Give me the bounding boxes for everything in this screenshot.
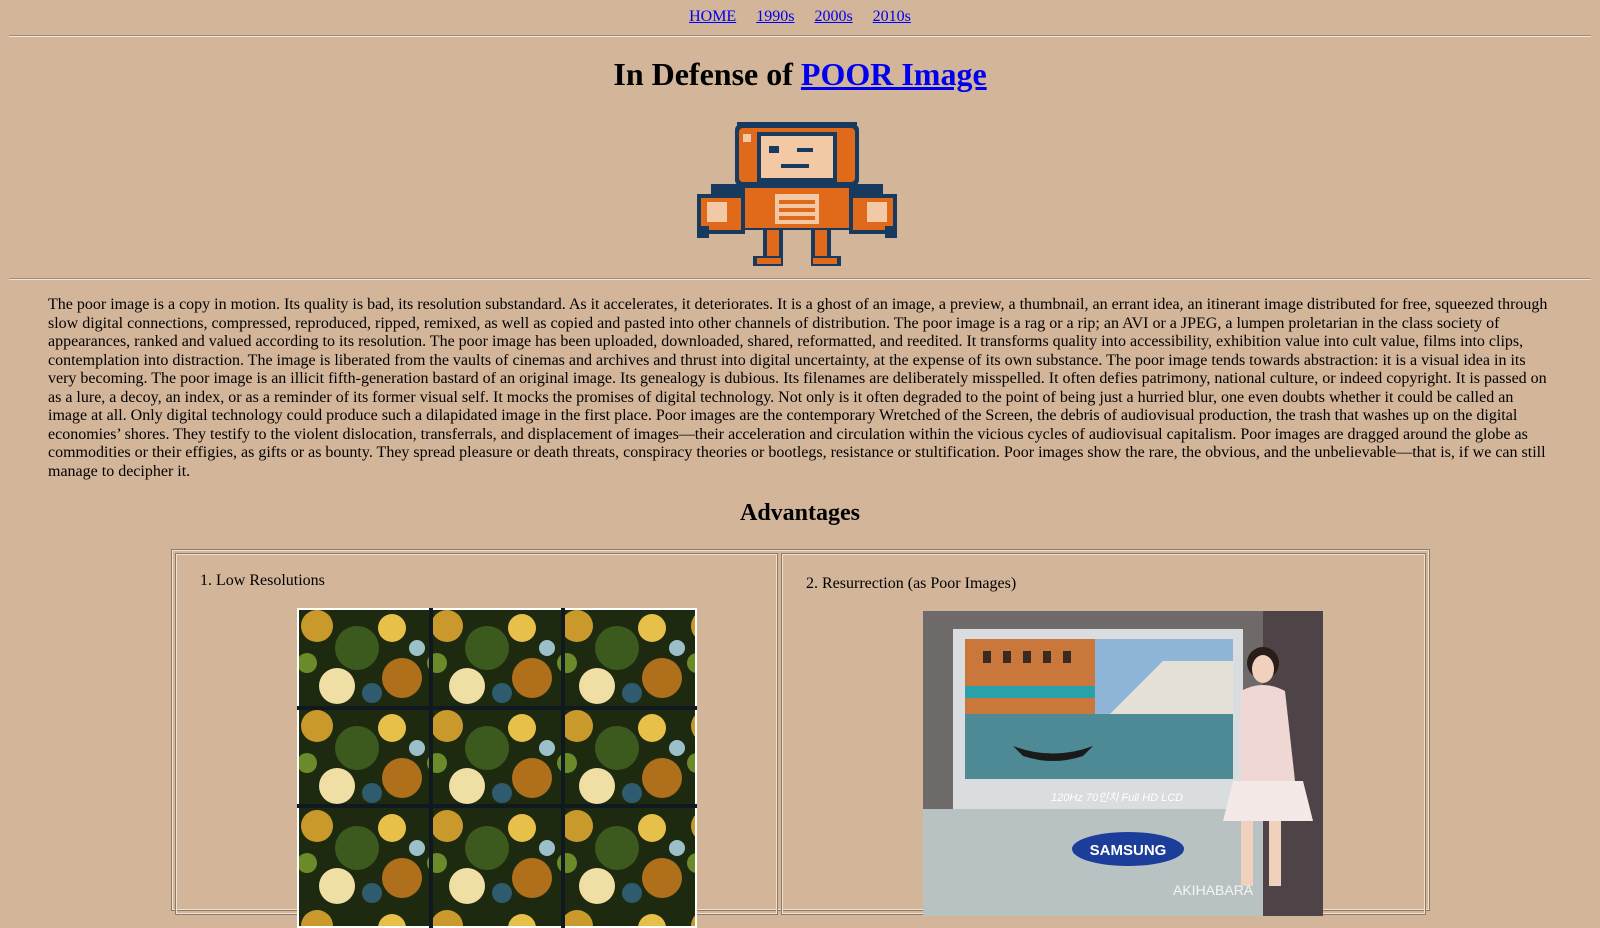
pixel-robot-icon: [697, 122, 897, 273]
advantage-cell-resurrection: 2. Resurrection (as Poor Images) 120Hz 7…: [781, 553, 1426, 916]
samsung-logo: SAMSUNG: [1090, 842, 1167, 859]
advantage-cell-low-resolutions: 1. Low Resolutions: [175, 553, 778, 928]
advantage-label: 2. Resurrection (as Poor Images): [806, 575, 1017, 592]
nav-link-1990s[interactable]: 1990s: [756, 8, 794, 25]
nav-link-2000s[interactable]: 2000s: [814, 8, 852, 25]
nav-link-2010s[interactable]: 2010s: [873, 8, 911, 25]
divider-middle: [9, 278, 1591, 280]
advantages-heading: Advantages: [739, 500, 860, 526]
samsung-tv-photo: 120Hz 70인치 Full HD LCD SAMSUNG AKIHABARA: [923, 611, 1323, 916]
tv-caption: 120Hz 70인치 Full HD LCD: [1051, 791, 1183, 804]
image-watermark: AKIHABARA: [1173, 882, 1254, 898]
advantage-label: 1. Low Resolutions: [200, 572, 325, 589]
title-link-poor-image[interactable]: POOR Image: [801, 56, 987, 92]
top-nav: HOME 1990s 2000s 2010s: [0, 8, 1600, 26]
nav-link-home[interactable]: HOME: [689, 8, 736, 25]
page-title: In Defense of POOR Image: [0, 56, 1600, 93]
title-prefix: In Defense of: [613, 56, 793, 92]
advantages-table: 1. Low Resolutions 2. Resurrection (as P…: [171, 549, 1430, 928]
low-resolution-collage-image: [297, 608, 697, 928]
intro-paragraph: The poor image is a copy in motion. Its …: [48, 296, 1548, 480]
divider-top: [9, 35, 1591, 37]
